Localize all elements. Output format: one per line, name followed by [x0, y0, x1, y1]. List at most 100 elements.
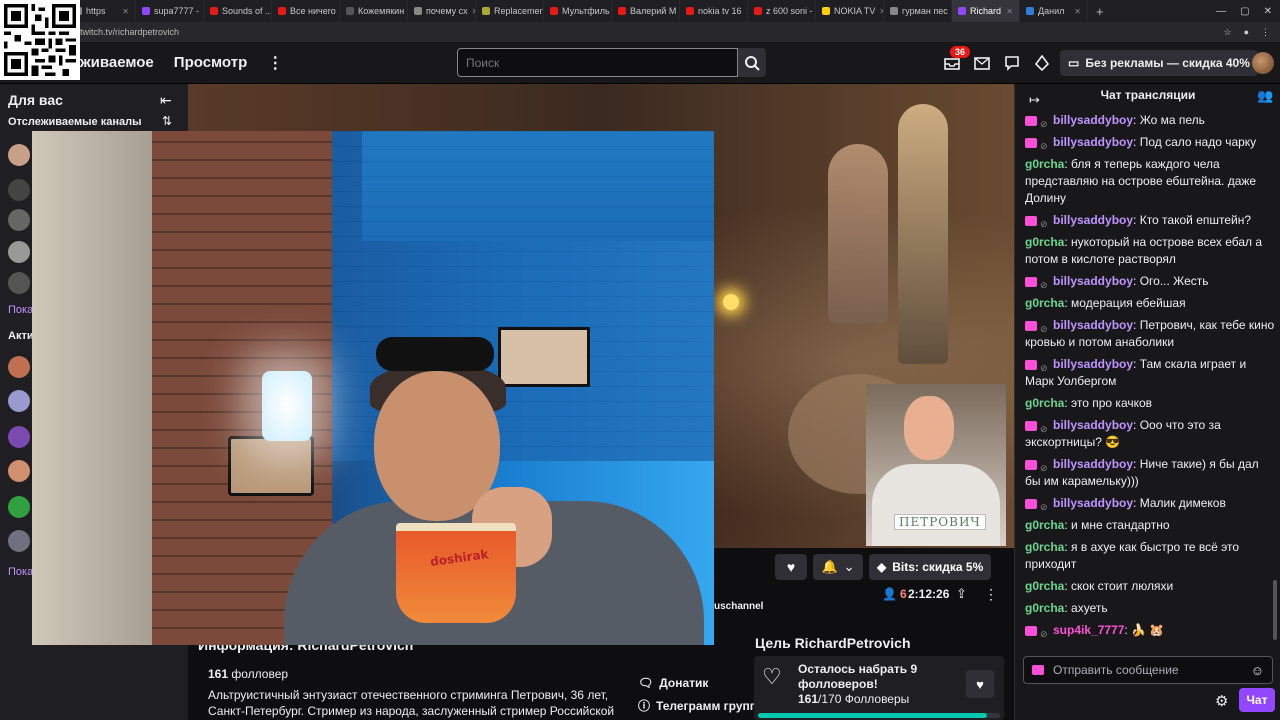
chat-username[interactable]: g0rcha — [1025, 601, 1064, 615]
badge-icon[interactable]: ⊘ — [1040, 216, 1050, 229]
chat-username[interactable]: g0rcha — [1025, 157, 1064, 171]
followed-channel-avatar[interactable] — [8, 179, 30, 201]
subscriber-badge-icon[interactable] — [1025, 137, 1037, 148]
show-more-link[interactable]: Пока — [8, 304, 33, 316]
url-text[interactable]: twitch.tv/richardpetrovich — [80, 27, 179, 37]
badge-icon[interactable]: ⊘ — [1040, 499, 1050, 512]
followed-channel-avatar[interactable] — [8, 144, 30, 166]
chat-scrollbar[interactable] — [1273, 580, 1277, 640]
browser-tab[interactable]: Richard ✕ — [952, 0, 1020, 22]
browser-tab[interactable]: nokia tv 16✕ — [680, 0, 748, 22]
bits-icon[interactable] — [1033, 54, 1051, 72]
maximize-icon[interactable]: ▢ — [1240, 6, 1249, 17]
badge-icon[interactable]: ⊘ — [1040, 460, 1050, 473]
chat-username[interactable]: g0rcha — [1025, 540, 1064, 554]
close-tab-icon[interactable]: ✕ — [1006, 7, 1013, 16]
chat-username[interactable]: billysaddyboy — [1053, 113, 1133, 127]
browser-tab[interactable]: Валерий М✕ — [612, 0, 680, 22]
telegram-link[interactable]: ⓘ Телеграмм группа — [638, 697, 764, 714]
subscriber-badge-icon[interactable] — [1025, 276, 1037, 287]
community-users-icon[interactable]: 👥 — [1257, 88, 1273, 104]
minimize-icon[interactable]: — — [1216, 6, 1226, 17]
user-avatar[interactable] — [1252, 52, 1274, 74]
subscriber-badge-icon[interactable] — [1025, 320, 1037, 331]
nav-more-icon[interactable]: ⋮ — [267, 53, 283, 73]
chat-username[interactable]: billysaddyboy — [1053, 318, 1133, 332]
chat-send-button[interactable]: Чат — [1239, 688, 1275, 712]
badge-icon[interactable]: ⊘ — [1040, 421, 1050, 434]
browser-tab[interactable]: гурман пес✕ — [884, 0, 952, 22]
donation-link[interactable]: 🗨 Донатик — [638, 676, 708, 690]
show-more-link[interactable]: Пока — [8, 566, 33, 578]
browser-tab[interactable]: Replacemen✕ — [476, 0, 544, 22]
subscriber-badge-icon[interactable] — [1025, 420, 1037, 431]
active-channel-avatar[interactable] — [8, 530, 30, 552]
chat-username[interactable]: billysaddyboy — [1053, 418, 1133, 432]
channel-tag[interactable]: uschannel — [714, 601, 763, 612]
active-channel-avatar[interactable] — [8, 460, 30, 482]
browser-tab[interactable]: Все ничего✕ — [272, 0, 340, 22]
chat-username[interactable]: g0rcha — [1025, 396, 1064, 410]
share-icon[interactable]: ⇪ — [956, 586, 967, 602]
subscriber-badge-icon[interactable] — [1025, 498, 1037, 509]
badge-icon[interactable]: ⊘ — [1040, 626, 1050, 639]
subscriber-badge-icon[interactable] — [1025, 625, 1037, 636]
browser-tab[interactable]: Данил ✕ — [1020, 0, 1088, 22]
inbox-icon[interactable] — [973, 54, 991, 72]
turbo-ad-free-button[interactable]: ▭ Без рекламы — скидка 40% — [1060, 50, 1258, 76]
collapse-sidebar-icon[interactable]: ⇤ — [160, 92, 172, 109]
chat-username[interactable]: sup4ik_7777 — [1053, 623, 1124, 637]
chat-username[interactable]: billysaddyboy — [1053, 357, 1133, 371]
subscriber-badge-icon[interactable] — [1025, 215, 1037, 226]
chat-username[interactable]: billysaddyboy — [1053, 274, 1133, 288]
goal-follow-button[interactable]: ♥ — [966, 670, 994, 698]
browser-tab[interactable]: z 600 soni -✕ — [748, 0, 816, 22]
subscriber-badge-icon[interactable] — [1025, 115, 1037, 126]
browser-tab[interactable]: NOKIA TV✕ — [816, 0, 884, 22]
browser-tab[interactable]: supa7777 -✕ — [136, 0, 204, 22]
badge-icon[interactable]: ⊘ — [1040, 360, 1050, 373]
profile-icon[interactable]: ● — [1244, 27, 1249, 38]
badge-icon[interactable]: ⊘ — [1040, 116, 1050, 129]
active-channel-avatar[interactable] — [8, 496, 30, 518]
emote-picker-icon[interactable]: ☺ — [1251, 663, 1264, 678]
follow-heart-button[interactable]: ♥ — [775, 554, 807, 580]
browser-tab[interactable]: Мультфиль✕ — [544, 0, 612, 22]
followed-channel-avatar[interactable] — [8, 209, 30, 231]
notifications-button[interactable]: 🔔 ⌄ — [813, 554, 863, 580]
browser-tab[interactable]: Sounds of ...✕ — [204, 0, 272, 22]
badge-icon[interactable]: ⊘ — [1040, 321, 1050, 334]
followed-channel-avatar[interactable] — [8, 241, 30, 263]
bookmark-star-icon[interactable]: ☆ — [1223, 27, 1231, 38]
chat-username[interactable]: g0rcha — [1025, 518, 1064, 532]
search-input[interactable] — [457, 48, 738, 77]
chat-settings-icon[interactable]: ⚙ — [1215, 692, 1228, 710]
subscriber-badge-icon[interactable] — [1025, 359, 1037, 370]
followed-channel-avatar[interactable] — [8, 272, 30, 294]
address-bar[interactable]: twitch.tv/richardpetrovich ☆ ● ⋮ — [0, 22, 1280, 42]
nav-browse[interactable]: Просмотр — [174, 54, 247, 71]
chat-username[interactable]: g0rcha — [1025, 235, 1064, 249]
browser-tab[interactable]: Кожемякин✕ — [340, 0, 408, 22]
chat-username[interactable]: billysaddyboy — [1053, 496, 1133, 510]
badge-icon[interactable]: ⊘ — [1040, 277, 1050, 290]
more-options-icon[interactable]: ⋮ — [984, 586, 998, 603]
search-button[interactable] — [738, 48, 766, 77]
whispers-icon[interactable] — [1003, 54, 1021, 72]
sort-icon[interactable]: ⇅ — [162, 114, 172, 128]
nav-following[interactable]: живаемое — [80, 54, 154, 71]
active-channel-avatar[interactable] — [8, 356, 30, 378]
active-channel-avatar[interactable] — [8, 426, 30, 448]
close-tab-icon[interactable]: ✕ — [122, 7, 129, 16]
browser-menu-icon[interactable]: ⋮ — [1261, 27, 1270, 38]
chat-username[interactable]: billysaddyboy — [1053, 135, 1133, 149]
chat-username[interactable]: billysaddyboy — [1053, 213, 1133, 227]
subscriber-badge-icon[interactable] — [1025, 459, 1037, 470]
browser-tab[interactable]: почему сх✕ — [408, 0, 476, 22]
close-window-icon[interactable]: ✕ — [1264, 6, 1272, 17]
chat-username[interactable]: billysaddyboy — [1053, 457, 1133, 471]
chat-input[interactable]: Отправить сообщение ☺ — [1023, 656, 1273, 684]
bits-discount-button[interactable]: ◆ Bits: скидка 5% — [869, 554, 992, 580]
badge-icon[interactable]: ⊘ — [1040, 138, 1050, 151]
chat-username[interactable]: g0rcha — [1025, 579, 1064, 593]
